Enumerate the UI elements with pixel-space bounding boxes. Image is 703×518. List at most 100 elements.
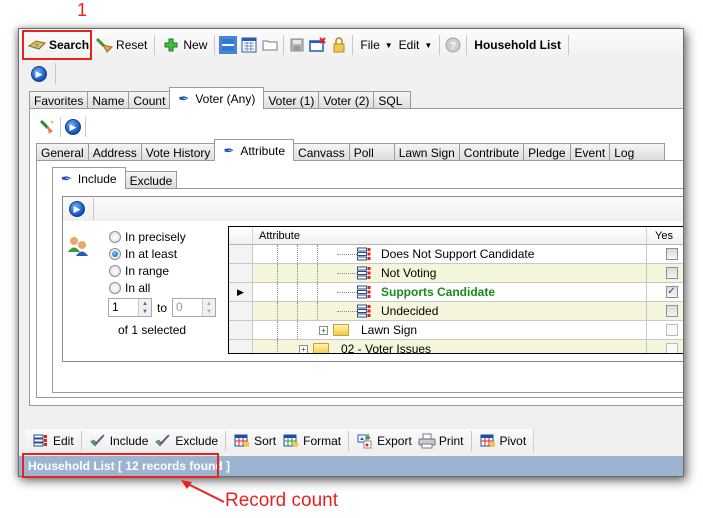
- tab-label: Voter (2): [323, 93, 370, 108]
- attribute-cell[interactable]: Does Not Support Candidate: [253, 245, 647, 263]
- help-icon[interactable]: ?: [444, 36, 462, 54]
- yes-checkbox[interactable]: [665, 305, 678, 317]
- toolbar-separator: [214, 35, 216, 55]
- radio-in-precisely[interactable]: In precisely: [109, 228, 186, 245]
- toolbar-separator: [60, 117, 61, 137]
- grid-row[interactable]: Does Not Support Candidate: [229, 245, 683, 264]
- format-button[interactable]: Format: [279, 429, 344, 453]
- tab-lawn-sign[interactable]: Lawn Sign: [393, 143, 460, 161]
- file-menu[interactable]: File ▼: [357, 33, 395, 57]
- attribute-cell[interactable]: Supports Candidate: [253, 283, 647, 301]
- tab-exclude[interactable]: Exclude: [124, 171, 178, 189]
- stepper-buttons[interactable]: ▲ ▼: [138, 299, 151, 316]
- grid-row[interactable]: ▶ Supports Candidate ✓: [229, 283, 683, 302]
- tab-count[interactable]: Count: [128, 91, 171, 109]
- yes-checkbox[interactable]: [665, 324, 678, 336]
- new-button[interactable]: New: [159, 33, 210, 57]
- yes-checkbox[interactable]: [665, 267, 678, 279]
- radio-in-range[interactable]: In range: [109, 262, 186, 279]
- attribute-cell[interactable]: Not Voting: [253, 264, 647, 282]
- calendar-grid-icon[interactable]: [240, 36, 258, 54]
- row-selector[interactable]: [229, 302, 253, 320]
- tab-label: Attribute: [240, 143, 286, 158]
- print-button[interactable]: Print: [415, 429, 467, 453]
- tab-sql[interactable]: SQL: [373, 91, 412, 109]
- tab-log[interactable]: Log: [609, 143, 666, 161]
- range-to-stepper[interactable]: 0 ▲ ▼: [172, 298, 217, 317]
- tab-event[interactable]: Event: [569, 143, 611, 161]
- tab-voter-1[interactable]: Voter (1): [263, 91, 320, 109]
- tab-favorites[interactable]: Favorites: [29, 91, 89, 109]
- tab-voter-2[interactable]: Voter (2): [318, 91, 375, 109]
- delete-window-icon[interactable]: [309, 36, 327, 54]
- radio-button[interactable]: [109, 264, 121, 277]
- yes-cell: [647, 264, 683, 282]
- radio-button[interactable]: [109, 247, 121, 260]
- include-button[interactable]: Include: [86, 429, 152, 453]
- column-header-yes[interactable]: Yes: [647, 227, 683, 244]
- export-button[interactable]: Export: [353, 429, 415, 453]
- grid-row[interactable]: +02 - Voter Issues: [229, 340, 683, 353]
- tab-attribute[interactable]: ✒ Attribute: [214, 139, 295, 161]
- yes-checkbox[interactable]: [665, 343, 678, 353]
- tab-canvass[interactable]: Canvass: [293, 143, 350, 161]
- yes-checkbox[interactable]: ✓: [665, 286, 678, 298]
- expand-icon[interactable]: +: [319, 326, 328, 335]
- tab-contribute[interactable]: Contribute: [458, 143, 525, 161]
- tab-poll[interactable]: Poll: [348, 143, 395, 161]
- radio-button[interactable]: [109, 230, 121, 243]
- grid-row[interactable]: Undecided: [229, 302, 683, 321]
- column-header-attribute[interactable]: Attribute: [253, 227, 647, 244]
- radio-in-all[interactable]: In all: [109, 279, 186, 296]
- split-view-icon[interactable]: [219, 36, 238, 54]
- stepper-buttons[interactable]: ▲ ▼: [202, 299, 216, 316]
- yes-checkbox[interactable]: [665, 248, 678, 260]
- grid-row[interactable]: Not Voting: [229, 264, 683, 283]
- edit-menu[interactable]: Edit ▼: [396, 33, 436, 57]
- attribute-cell[interactable]: Undecided: [253, 302, 647, 320]
- expand-icon[interactable]: +: [299, 345, 308, 353]
- tab-general[interactable]: General: [36, 143, 89, 161]
- row-selector[interactable]: [229, 321, 253, 339]
- radio-button[interactable]: [109, 281, 121, 294]
- range-controls: 1 ▲ ▼ to 0 ▲ ▼: [108, 298, 217, 317]
- next-icon[interactable]: ▶: [65, 119, 81, 135]
- tab-address[interactable]: Address: [87, 143, 142, 161]
- tree-guide-line: [317, 245, 318, 263]
- chevron-down-icon[interactable]: ▼: [142, 308, 148, 316]
- sort-button[interactable]: Sort: [230, 429, 279, 453]
- feather-icon: ✒: [223, 142, 235, 158]
- tab-include[interactable]: ✒ Include: [52, 167, 126, 189]
- pivot-button[interactable]: Pivot: [476, 429, 530, 453]
- grid-header: Attribute Yes: [229, 227, 683, 245]
- range-from-stepper[interactable]: 1 ▲ ▼: [108, 298, 152, 317]
- reset-button[interactable]: Reset: [92, 33, 150, 57]
- next-icon[interactable]: ▶: [31, 66, 47, 82]
- tab-voter-any[interactable]: ✒ Voter (Any): [169, 87, 265, 109]
- tab-vote-history[interactable]: Vote History: [140, 143, 216, 161]
- attribute-cell[interactable]: +02 - Voter Issues: [253, 340, 647, 353]
- chevron-down-icon[interactable]: ▼: [206, 308, 212, 316]
- chevron-up-icon[interactable]: ▲: [142, 300, 148, 308]
- clear-filter-icon[interactable]: [38, 118, 56, 136]
- row-selector[interactable]: ▶: [229, 283, 253, 301]
- broom-icon: [95, 36, 114, 54]
- row-selector[interactable]: [229, 245, 253, 263]
- row-selector[interactable]: [229, 264, 253, 282]
- window-title: Household List: [474, 38, 561, 52]
- chevron-up-icon[interactable]: ▲: [206, 300, 212, 308]
- lock-icon[interactable]: [330, 36, 348, 54]
- radio-in-at-least[interactable]: In at least: [109, 245, 186, 262]
- folder-icon[interactable]: [261, 36, 279, 54]
- attribute-cell[interactable]: + Lawn Sign: [253, 321, 647, 339]
- tab-pledge[interactable]: Pledge: [523, 143, 571, 161]
- save-icon[interactable]: [288, 36, 306, 54]
- next-icon[interactable]: ▶: [69, 201, 85, 217]
- chevron-down-icon: ▼: [424, 40, 433, 50]
- plus-icon: [162, 36, 180, 54]
- edit-button[interactable]: Edit: [29, 429, 77, 453]
- grid-row[interactable]: + Lawn Sign: [229, 321, 683, 340]
- row-selector[interactable]: [229, 340, 253, 353]
- exclude-button[interactable]: Exclude: [151, 429, 221, 453]
- tab-name[interactable]: Name: [87, 91, 130, 109]
